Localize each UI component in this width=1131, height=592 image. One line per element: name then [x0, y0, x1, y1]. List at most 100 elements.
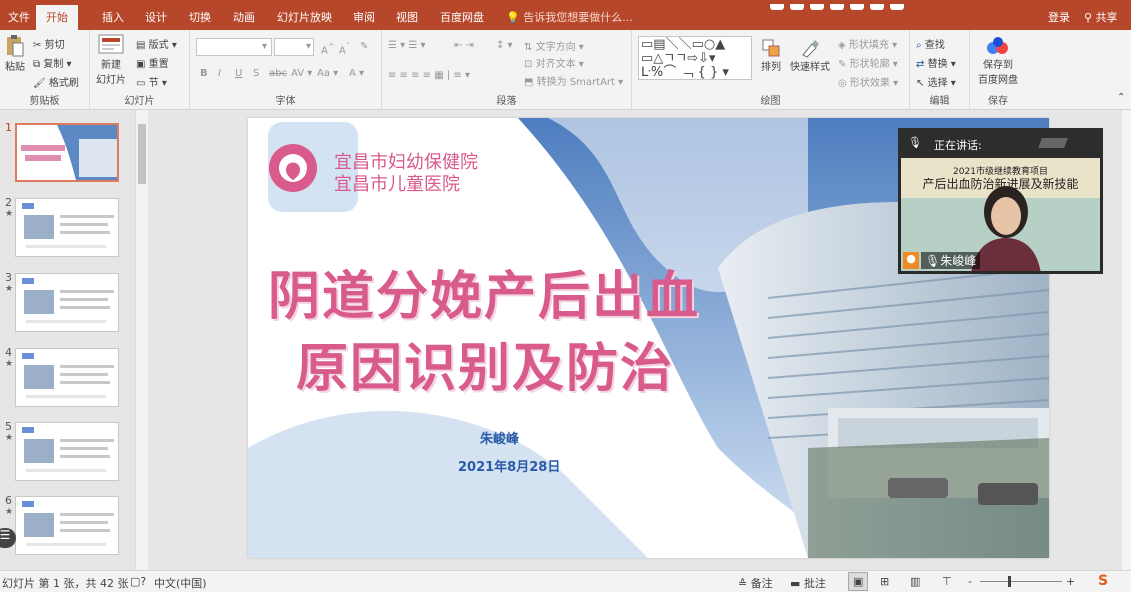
language-indicator[interactable]: 中文(中国) — [154, 575, 207, 591]
person-icon: ● — [903, 252, 919, 269]
underline-button[interactable]: U — [235, 68, 242, 79]
login-link[interactable]: 登录 — [1048, 9, 1070, 25]
tab-4[interactable]: 切换 — [189, 9, 211, 25]
comments-label: 批注 — [803, 577, 826, 590]
animation-star-icon: ★ — [5, 433, 14, 443]
hospital-name-line-1: 宜昌市妇幼保健院 — [334, 152, 478, 173]
font-color-button[interactable]: A ▾ — [349, 68, 364, 79]
normal-view-button[interactable]: ▣ — [848, 572, 869, 591]
strike-button[interactable]: abc — [269, 68, 287, 79]
copy-icon: ⧉ — [33, 59, 41, 70]
slideshow-button[interactable]: ⊤ — [942, 575, 952, 588]
thumbnail-scrollbar[interactable] — [135, 110, 148, 570]
italic-button[interactable]: I — [218, 68, 221, 79]
tab-7[interactable]: 审阅 — [353, 9, 375, 25]
tab-0[interactable]: 文件 — [8, 9, 30, 25]
save-label-1: 保存到 — [983, 60, 1013, 71]
collapse-ribbon-icon[interactable]: ⌃ — [1117, 92, 1125, 103]
tab-2[interactable]: 插入 — [102, 9, 124, 25]
sogou-ime-icon[interactable]: S — [1098, 573, 1108, 589]
cut-button[interactable]: ✂ 剪切 — [33, 36, 65, 51]
search-icon: ⌕ — [916, 40, 922, 51]
select-label: 选择 — [927, 78, 948, 89]
slides-group: 新建 幻灯片 ▤ 版式 ▾ ▣ 重置 ▭ 节 ▾ 幻灯片 — [90, 30, 190, 110]
tab-1[interactable]: 开始 — [36, 5, 78, 30]
tell-me-placeholder: 告诉我您想要做什么... — [523, 11, 633, 24]
slide-thumbnail[interactable] — [15, 123, 119, 182]
zoom-slider-track[interactable] — [980, 581, 1062, 582]
font-name-input[interactable] — [196, 38, 272, 56]
zoom-in-button[interactable]: + — [1066, 575, 1075, 588]
shape-effects-button[interactable]: ◎ 形状效果 ▾ — [838, 74, 898, 89]
reset-button[interactable]: ▣ 重置 — [136, 55, 169, 70]
pen-icon: ✎ — [838, 59, 847, 70]
cut-label: 剪切 — [44, 40, 65, 51]
tab-9[interactable]: 百度网盘 — [440, 9, 484, 25]
ribbon: 粘贴 ✂ 剪切 ⧉ 复制 ▾ 🖌 格式刷 剪贴板 新建 幻灯片 ▤ 版式 ▾ ▣… — [0, 30, 1131, 110]
slide-thumbnail[interactable] — [15, 273, 119, 332]
align-buttons[interactable]: ≡ ≡ ≡ ≡ ▦ | ≡ ▾ — [388, 70, 470, 81]
shadow-button[interactable]: S — [253, 68, 259, 79]
shape-fill-button[interactable]: ◈ 形状填充 ▾ — [838, 36, 897, 51]
bold-button[interactable]: B — [200, 68, 208, 79]
notes-button[interactable]: ≙ 备注 — [738, 575, 773, 591]
baidu-cloud-icon — [987, 37, 1008, 54]
font-group-label: 字体 — [275, 96, 296, 107]
clear-format-icon[interactable]: ✎ — [360, 41, 368, 52]
format-painter-button[interactable]: 🖌 格式刷 — [33, 74, 79, 89]
quick-styles-button[interactable]: 快速样式 — [790, 38, 830, 73]
tell-me-search[interactable]: 💡 告诉我您想要做什么... — [506, 9, 633, 25]
arrange-button[interactable]: 排列 — [758, 38, 784, 73]
share-button[interactable]: ⚲ 共享 — [1084, 9, 1118, 25]
copy-button[interactable]: ⧉ 复制 ▾ — [33, 55, 72, 70]
tab-5[interactable]: 动画 — [233, 9, 255, 25]
shrink-font-label: A — [339, 45, 346, 57]
font-name-dropdown-icon[interactable]: ▾ — [262, 41, 267, 52]
paste-button[interactable]: 粘贴 — [4, 34, 26, 73]
meeting-video-overlay[interactable]: 🎙 正在讲话: 2021市级继续教育项目 产后出血防治新进展及新技能 班 ● 🎙… — [898, 128, 1103, 274]
thumbnail-scroll-thumb[interactable] — [138, 124, 146, 184]
font-size-dropdown-icon[interactable]: ▾ — [306, 41, 311, 52]
slide-sorter-button[interactable]: ⊞ — [880, 575, 889, 588]
section-button[interactable]: ▭ 节 ▾ — [136, 74, 167, 89]
align-text-button[interactable]: ⊡ 对齐文本 ▾ — [524, 55, 584, 70]
new-slide-button[interactable]: 新建 幻灯片 — [94, 34, 128, 86]
smartart-button[interactable]: ⬒ 转换为 SmartArt ▾ — [524, 73, 623, 88]
replace-button[interactable]: ⇄ 替换 ▾ — [916, 55, 956, 70]
zoom-slider-thumb[interactable] — [1008, 576, 1011, 587]
grow-font-button[interactable]: A^ — [321, 41, 335, 56]
speaker-name-tag: 🎙朱峻峰 — [921, 252, 981, 269]
drawing-group-label: 绘图 — [760, 96, 781, 107]
notes-icon: ≙ — [738, 577, 748, 590]
change-case-button[interactable]: Aa ▾ — [317, 68, 338, 79]
spacing-button[interactable]: AV ▾ — [291, 68, 312, 79]
shape-outline-button[interactable]: ✎ 形状轮廓 ▾ — [838, 55, 898, 70]
indent-icon[interactable]: ⇤ ⇥ — [454, 40, 474, 51]
tab-3[interactable]: 设计 — [145, 9, 167, 25]
quick-styles-icon — [802, 40, 819, 58]
text-direction-label: 文字方向 — [535, 42, 576, 53]
select-button[interactable]: ↖ 选择 ▾ — [916, 74, 956, 89]
slide-thumbnail[interactable] — [15, 422, 119, 481]
slide-thumbnail[interactable] — [15, 348, 119, 407]
font-color-label: A — [349, 68, 356, 79]
shrink-font-button[interactable]: Aˇ — [339, 41, 350, 56]
text-direction-button[interactable]: ⇅ 文字方向 ▾ — [524, 38, 584, 53]
save-to-baidu-button[interactable]: 保存到 百度网盘 — [976, 36, 1020, 86]
thumbnail-number: 5 — [5, 420, 12, 433]
zoom-out-button[interactable]: - — [968, 575, 972, 588]
reading-view-button[interactable]: ▥ — [910, 575, 920, 588]
slide-thumbnail[interactable] — [15, 198, 119, 257]
tab-8[interactable]: 视图 — [396, 9, 418, 25]
find-button[interactable]: ⌕ 查找 — [916, 36, 945, 51]
spellcheck-icon[interactable]: ▢? — [130, 575, 146, 588]
layout-button[interactable]: ▤ 版式 ▾ — [136, 36, 177, 51]
line-spacing-icon[interactable]: ↕ ▾ — [496, 40, 513, 51]
bullets-icon[interactable]: ☰ ▾ ☰ ▾ — [388, 40, 426, 51]
shapes-gallery[interactable]: ▭▤＼＼▭○▲ ▭△ㄱㄱ⇨⇩▾ ᒷ%⌒ ﹁ { } ▾ — [638, 36, 752, 80]
arrange-icon — [762, 39, 780, 57]
comments-button[interactable]: ▬ 批注 — [790, 575, 826, 591]
tab-6[interactable]: 幻灯片放映 — [277, 9, 332, 25]
slide-thumbnail[interactable] — [15, 496, 119, 555]
slide-scrollbar[interactable] — [1122, 110, 1131, 570]
